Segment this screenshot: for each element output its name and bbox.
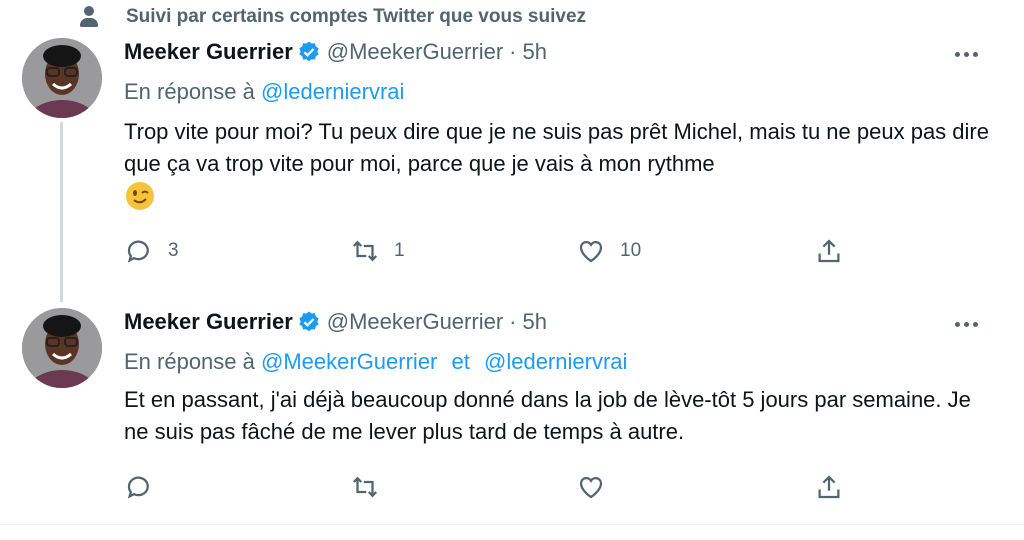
reply-to: En réponse à @ledernier­vrai [124, 79, 404, 105]
tweet-text-body: Trop vite pour moi? Tu peux dire que je … [124, 119, 989, 176]
share-button[interactable] [814, 236, 844, 266]
tweet-text: Trop vite pour moi? Tu peux dire que je … [124, 116, 994, 215]
like-button[interactable]: 10 [576, 236, 641, 266]
reply-prefix: En réponse à [124, 79, 255, 104]
reply-prefix: En réponse à [124, 349, 255, 374]
like-icon [579, 240, 603, 263]
like-button[interactable] [576, 472, 620, 502]
verified-badge-icon [299, 41, 319, 62]
reply-icon [127, 240, 149, 263]
like-icon [579, 476, 603, 499]
more-icon[interactable] [955, 322, 978, 327]
reply-count: 3 [168, 240, 179, 261]
tweet-text: Et en passant, j'ai déjà beaucoup donné … [124, 384, 994, 448]
mention-link[interactable]: @MeekerGuerrier [261, 349, 437, 374]
handle[interactable]: @MeekerGuerrier [327, 309, 503, 335]
tweet[interactable]: Meeker Guerrier @MeekerGuerrier · 5h En … [0, 300, 1024, 524]
handle[interactable]: @MeekerGuerrier [327, 39, 503, 65]
reply-to: En réponse à @MeekerGuerrier et @lederni… [124, 349, 627, 375]
mention-link[interactable]: @ledernier­vrai [484, 349, 627, 374]
tweet-actions [124, 472, 864, 504]
tweet-header: Meeker Guerrier @MeekerGuerrier · 5h [124, 39, 547, 65]
tweet-actions: 3 1 10 [124, 236, 864, 268]
like-count: 10 [620, 240, 642, 261]
divider [0, 524, 1024, 525]
retweet-count: 1 [394, 240, 405, 261]
reply-joiner: et [451, 349, 470, 374]
separator: · [509, 39, 517, 64]
share-button[interactable] [814, 472, 844, 502]
retweet-button[interactable]: 1 [350, 236, 405, 266]
avatar[interactable] [22, 308, 102, 388]
more-icon[interactable] [955, 52, 978, 57]
retweet-icon [352, 476, 378, 498]
display-name[interactable]: Meeker Guerrier [124, 39, 293, 65]
tweet-text-body: Et en passant, j'ai déjà beaucoup donné … [124, 387, 971, 444]
winking-face-emoji [126, 182, 154, 210]
reply-button[interactable] [124, 472, 168, 502]
retweet-button[interactable] [350, 472, 394, 502]
timestamp[interactable]: 5h [522, 39, 546, 65]
avatar[interactable] [22, 38, 102, 118]
separator: · [509, 309, 517, 334]
share-icon [818, 475, 840, 499]
retweet-icon [352, 240, 378, 262]
tweet[interactable]: Meeker Guerrier @MeekerGuerrier · 5h En … [0, 0, 1024, 302]
mention-link[interactable]: @ledernier­vrai [261, 79, 404, 104]
display-name[interactable]: Meeker Guerrier [124, 309, 293, 335]
verified-badge-icon [299, 311, 319, 332]
reply-button[interactable]: 3 [124, 236, 179, 266]
thread-line [60, 122, 63, 302]
timestamp[interactable]: 5h [522, 309, 546, 335]
share-icon [818, 239, 840, 263]
reply-icon [127, 476, 149, 499]
tweet-header: Meeker Guerrier @MeekerGuerrier · 5h [124, 309, 547, 335]
